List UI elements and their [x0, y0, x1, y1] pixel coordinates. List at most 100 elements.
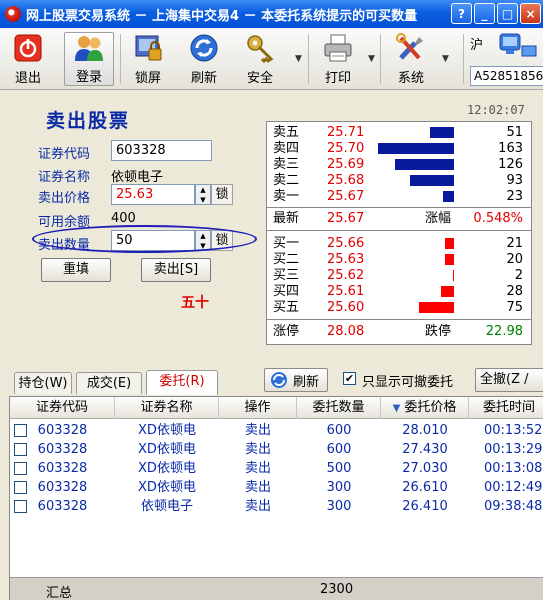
bid-volume-bar: [445, 254, 454, 265]
lock-screen-button[interactable]: 锁屏: [126, 32, 170, 86]
system-dropdown-arrow-icon[interactable]: ▼: [442, 54, 449, 64]
column-header[interactable]: 证券代码: [10, 397, 115, 419]
balance-value: 400: [111, 211, 136, 226]
ask-volume-bar: [430, 127, 454, 138]
toolbar-separator: [120, 34, 121, 84]
table-row[interactable]: 603328 依顿电子 卖出 300 26.410 09:38:48: [10, 497, 543, 516]
quote-time: 12:02:07: [467, 103, 525, 117]
ask-volume-bar: [410, 175, 454, 186]
quantity-highlight-ellipse: [32, 225, 257, 253]
bid-row: 买四 25.61 28: [273, 284, 523, 299]
price-label: 卖出价格: [38, 191, 91, 206]
ask-volume-bar: [443, 191, 454, 202]
bid-row: 买五 25.60 75: [273, 300, 523, 315]
account-select[interactable]: A52851856: [470, 66, 543, 86]
ask-row: 卖四 25.70 163: [273, 141, 523, 156]
users-icon: [73, 33, 105, 63]
sort-down-icon: ▼: [392, 403, 401, 414]
table-header: 证券代码 证券名称 操作 委托数量 ▼ 委托价格 委托时间: [10, 397, 543, 419]
toolbar-separator: [380, 34, 381, 84]
refresh-icon: [271, 372, 287, 388]
only-cancelable-checkbox[interactable]: ✔: [343, 372, 356, 385]
maximize-button[interactable]: □: [497, 3, 518, 24]
table-row[interactable]: 603328 XD依顿电 卖出 500 27.030 00:13:08: [10, 459, 543, 478]
market-label: 沪: [470, 38, 484, 53]
bid-volume-bar: [441, 286, 454, 297]
bid-volume-bar: [453, 270, 454, 281]
divider: [267, 230, 531, 231]
app-logo-icon: [5, 6, 21, 22]
table-row[interactable]: 603328 XD依顿电 卖出 600 28.010 00:13:52: [10, 421, 543, 440]
window-controls: ? _ □ ×: [451, 3, 541, 24]
sell-form: 卖出股票 证券代码 603328 证券名称 依顿电子 卖出价格 25.63 ▲ …: [8, 95, 260, 365]
column-header[interactable]: 委托数量: [297, 397, 381, 419]
price-lock-button[interactable]: 锁: [211, 184, 233, 205]
bid-row: 买一 25.66 21: [273, 236, 523, 251]
toolbar: 退出 登录 锁屏 刷新 安全 ▼ 打印 ▼ 系统 ▼ 沪 A52851856: [0, 28, 543, 90]
tab-orders[interactable]: 委托(R): [146, 370, 218, 395]
bid-volume-bar: [419, 302, 454, 313]
column-header[interactable]: 证券名称: [115, 397, 219, 419]
summary-label: 汇总: [46, 586, 73, 600]
tab-holdings[interactable]: 持仓(W): [14, 372, 72, 394]
sell-submit-button[interactable]: 卖出[S]: [141, 258, 211, 282]
table-row[interactable]: 603328 XD依顿电 卖出 300 26.610 00:12:49: [10, 478, 543, 497]
price-stepper[interactable]: ▲ ▼: [195, 184, 211, 205]
print-dropdown-arrow-icon[interactable]: ▼: [368, 54, 375, 64]
print-button[interactable]: 打印: [314, 32, 362, 86]
price-input[interactable]: 25.63: [111, 184, 195, 205]
printer-icon: [322, 32, 354, 64]
refresh-toolbar-button[interactable]: 刷新: [182, 32, 226, 86]
system-button[interactable]: 系统: [386, 32, 436, 86]
bid-volume-bar: [445, 238, 454, 249]
orders-table: 证券代码 证券名称 操作 委托数量 ▼ 委托价格 委托时间 603328 XD依…: [9, 396, 543, 600]
price-limit-row: 涨停 28.08 跌停 22.98: [273, 324, 523, 339]
ask-row: 卖一 25.67 23: [273, 189, 523, 204]
toolbar-separator: [308, 34, 309, 84]
reset-button[interactable]: 重填: [41, 258, 111, 282]
refresh-button[interactable]: 刷新: [264, 368, 328, 392]
security-button[interactable]: 安全: [238, 32, 282, 86]
column-header-sorted[interactable]: ▼ 委托价格: [381, 397, 469, 419]
refresh-icon: [188, 32, 220, 64]
ask-row: 卖三 25.69 126: [273, 157, 523, 172]
chevron-down-icon[interactable]: ▼: [196, 195, 210, 205]
last-price-row: 最新 25.67 涨幅 0.548%: [273, 211, 523, 226]
cancel-all-button[interactable]: 全撤(Z /: [475, 368, 543, 392]
code-label: 证券代码: [38, 147, 91, 162]
exit-button[interactable]: 退出: [6, 32, 50, 86]
name-value: 依顿电子: [111, 170, 164, 185]
divider: [267, 319, 531, 320]
key-icon: [244, 32, 276, 64]
bid-row: 买三 25.62 2: [273, 268, 523, 283]
title-bar: 网上股票交易系统 － 上海集中交易4 － 本委托系统提示的可买数量 ? _ □ …: [0, 0, 543, 28]
minimize-button[interactable]: _: [474, 3, 495, 24]
chevron-up-icon[interactable]: ▲: [196, 185, 210, 195]
tab-trades[interactable]: 成交(E): [76, 372, 142, 394]
ask-volume-bar: [378, 143, 454, 154]
lock-icon: [132, 32, 164, 64]
table-row[interactable]: 603328 XD依顿电 卖出 600 27.430 00:13:29: [10, 440, 543, 459]
quantity-hint-text: 五十: [181, 295, 209, 311]
window-title: 网上股票交易系统 － 上海集中交易4 － 本委托系统提示的可买数量: [26, 8, 418, 24]
column-header[interactable]: 委托时间: [469, 397, 543, 419]
divider: [267, 207, 531, 208]
tools-icon: [395, 32, 427, 64]
summary-row: 汇总 2300: [10, 577, 543, 600]
login-button[interactable]: 登录: [64, 32, 114, 86]
ask-volume-bar: [395, 159, 454, 170]
only-cancelable-label: 只显示可撤委托: [362, 375, 454, 390]
ask-row: 卖二 25.68 93: [273, 173, 523, 188]
help-button[interactable]: ?: [451, 3, 472, 24]
quote-panel: 卖五 25.71 51 卖四 25.70 163 卖三 25.69 126 卖二 25.68 9…: [266, 121, 532, 345]
form-title: 卖出股票: [46, 110, 131, 132]
account-dropdown-icon[interactable]: [520, 42, 543, 62]
column-header[interactable]: 操作: [219, 397, 297, 419]
exit-icon: [12, 32, 44, 64]
toolbar-separator: [463, 34, 464, 84]
name-label: 证券名称: [38, 170, 91, 185]
close-button[interactable]: ×: [520, 3, 541, 24]
ask-row: 卖五 25.71 51: [273, 125, 523, 140]
code-input[interactable]: 603328: [111, 140, 212, 161]
security-dropdown-arrow-icon[interactable]: ▼: [295, 54, 302, 64]
